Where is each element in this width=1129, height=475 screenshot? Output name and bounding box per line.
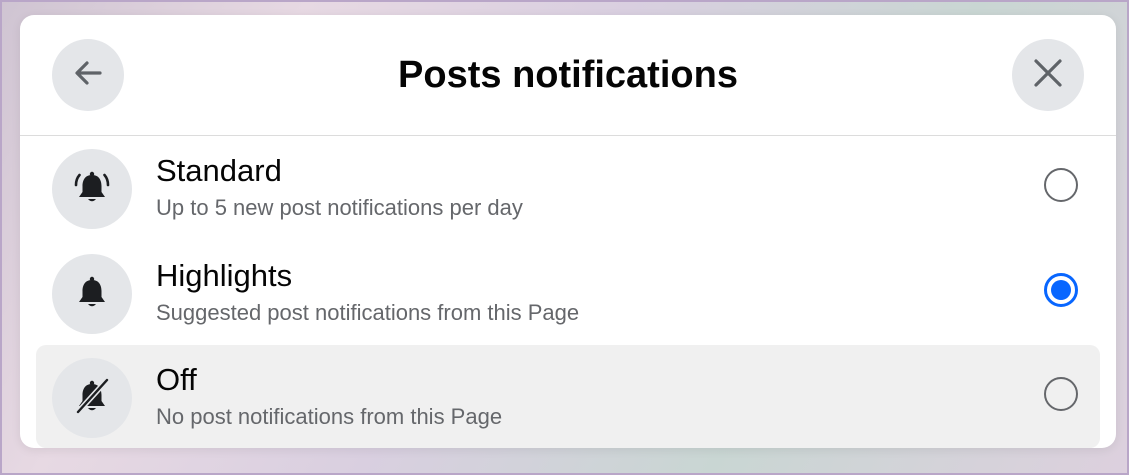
option-icon-container: [52, 254, 132, 334]
bell-off-icon: [71, 375, 113, 422]
dialog-header: Posts notifications: [20, 15, 1116, 136]
posts-notifications-dialog: Posts notifications Standard Up to 5 new…: [20, 15, 1116, 448]
dialog-title: Posts notifications: [398, 54, 738, 96]
option-highlights[interactable]: Highlights Suggested post notifications …: [36, 241, 1100, 344]
radio-standard[interactable]: [1044, 168, 1078, 202]
option-title: Standard: [156, 153, 282, 188]
radio-selected-dot: [1051, 280, 1071, 300]
option-description: No post notifications from this Page: [156, 404, 503, 429]
close-icon: [1032, 57, 1064, 94]
option-title: Highlights: [156, 258, 293, 293]
radio-off[interactable]: [1044, 377, 1078, 411]
option-icon-container: [52, 149, 132, 229]
bell-icon: [71, 271, 113, 318]
option-off[interactable]: Off No post notifications from this Page: [36, 345, 1100, 448]
option-title: Off: [156, 362, 197, 397]
close-button[interactable]: [1012, 39, 1084, 111]
option-description: Up to 5 new post notifications per day: [156, 195, 523, 220]
radio-highlights[interactable]: [1044, 273, 1078, 307]
option-standard[interactable]: Standard Up to 5 new post notifications …: [36, 136, 1100, 239]
bell-ringing-icon: [71, 166, 113, 213]
option-icon-container: [52, 358, 132, 438]
option-description: Suggested post notifications from this P…: [156, 300, 580, 325]
